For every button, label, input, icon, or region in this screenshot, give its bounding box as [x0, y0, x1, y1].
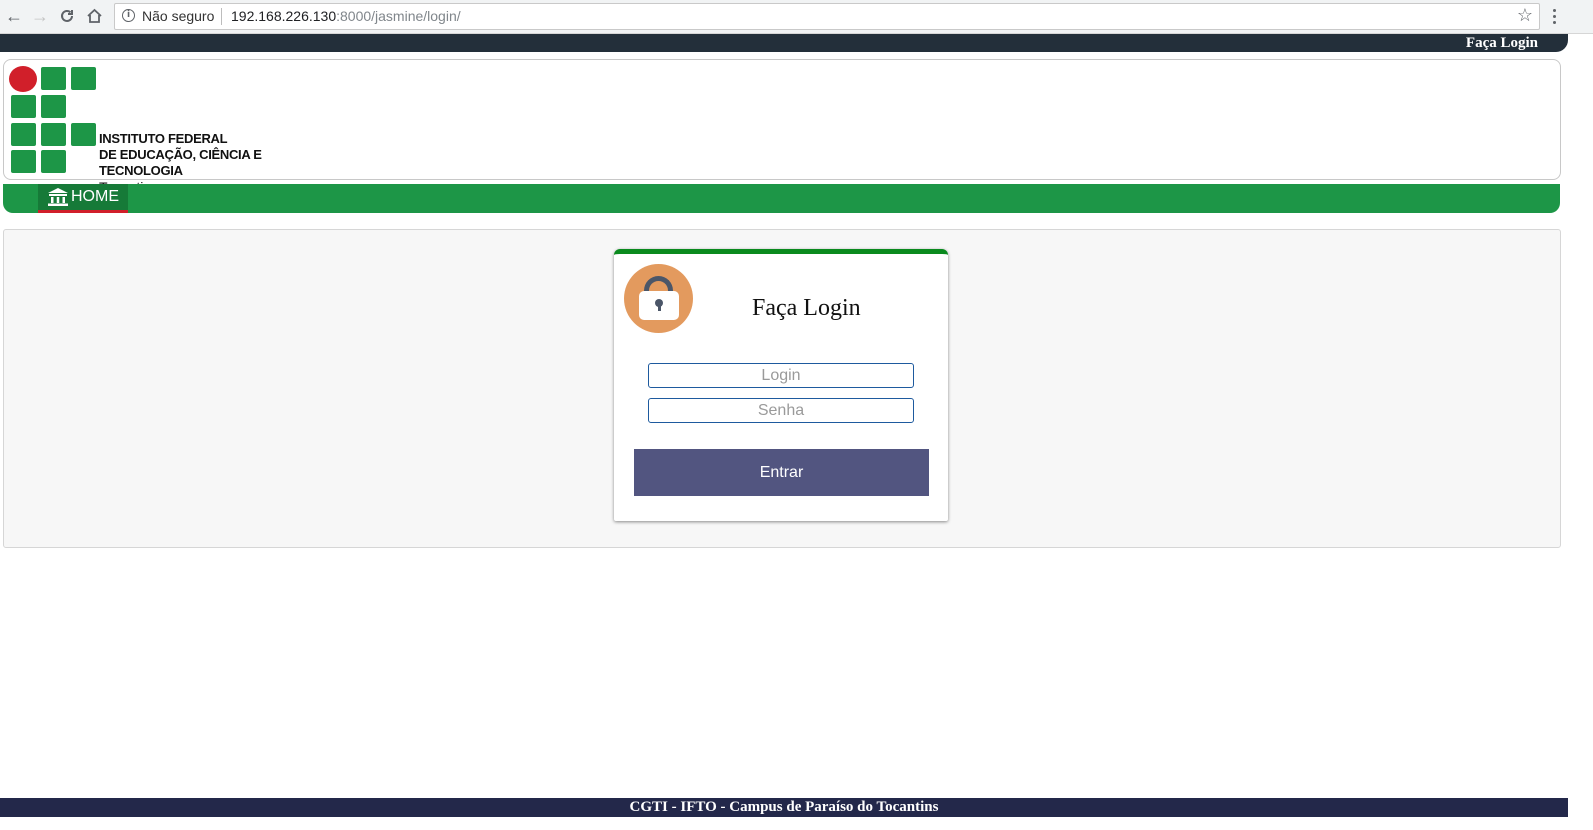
login-input[interactable] — [648, 363, 914, 388]
security-label: Não seguro — [142, 8, 215, 24]
menu-icon[interactable] — [1545, 4, 1563, 28]
nav-item-home[interactable]: HOME — [38, 184, 128, 213]
site-footer: CGTI - IFTO - Campus de Paraíso do Tocan… — [0, 798, 1568, 817]
password-input[interactable] — [648, 398, 914, 423]
address-bar[interactable]: i Não seguro 192.168.226.130:8000/jasmin… — [114, 3, 1540, 30]
site-header: INSTITUTO FEDERAL DE EDUCAÇÃO, CIÊNCIA E… — [3, 59, 1561, 195]
browser-toolbar: ← → i Não seguro 192.168.226.130:8000/ja… — [0, 0, 1593, 34]
forward-icon[interactable]: → — [28, 4, 52, 28]
info-icon[interactable]: i — [122, 9, 135, 22]
home-icon[interactable] — [82, 4, 106, 28]
main-nav: HOME — [3, 184, 1560, 213]
reload-icon[interactable] — [55, 4, 79, 28]
login-title: Faça Login — [752, 295, 861, 321]
star-icon[interactable]: ☆ — [1517, 5, 1533, 26]
back-icon[interactable]: ← — [2, 4, 26, 28]
top-login-link[interactable]: Faça Login — [1466, 35, 1538, 52]
padlock-icon — [624, 264, 693, 333]
ifto-logo[interactable]: INSTITUTO FEDERAL DE EDUCAÇÃO, CIÊNCIA E… — [9, 65, 339, 195]
logo-red-circle — [9, 66, 37, 92]
login-card: Faça Login Entrar — [614, 249, 948, 521]
bank-icon — [48, 188, 68, 206]
top-strip: Faça Login — [0, 34, 1568, 52]
url-separator — [221, 8, 222, 25]
url-text: 192.168.226.130:8000/jasmine/login/ — [231, 8, 461, 24]
submit-button[interactable]: Entrar — [634, 449, 929, 496]
footer-text: CGTI - IFTO - Campus de Paraíso do Tocan… — [629, 799, 939, 815]
nav-home-label: HOME — [71, 188, 119, 205]
